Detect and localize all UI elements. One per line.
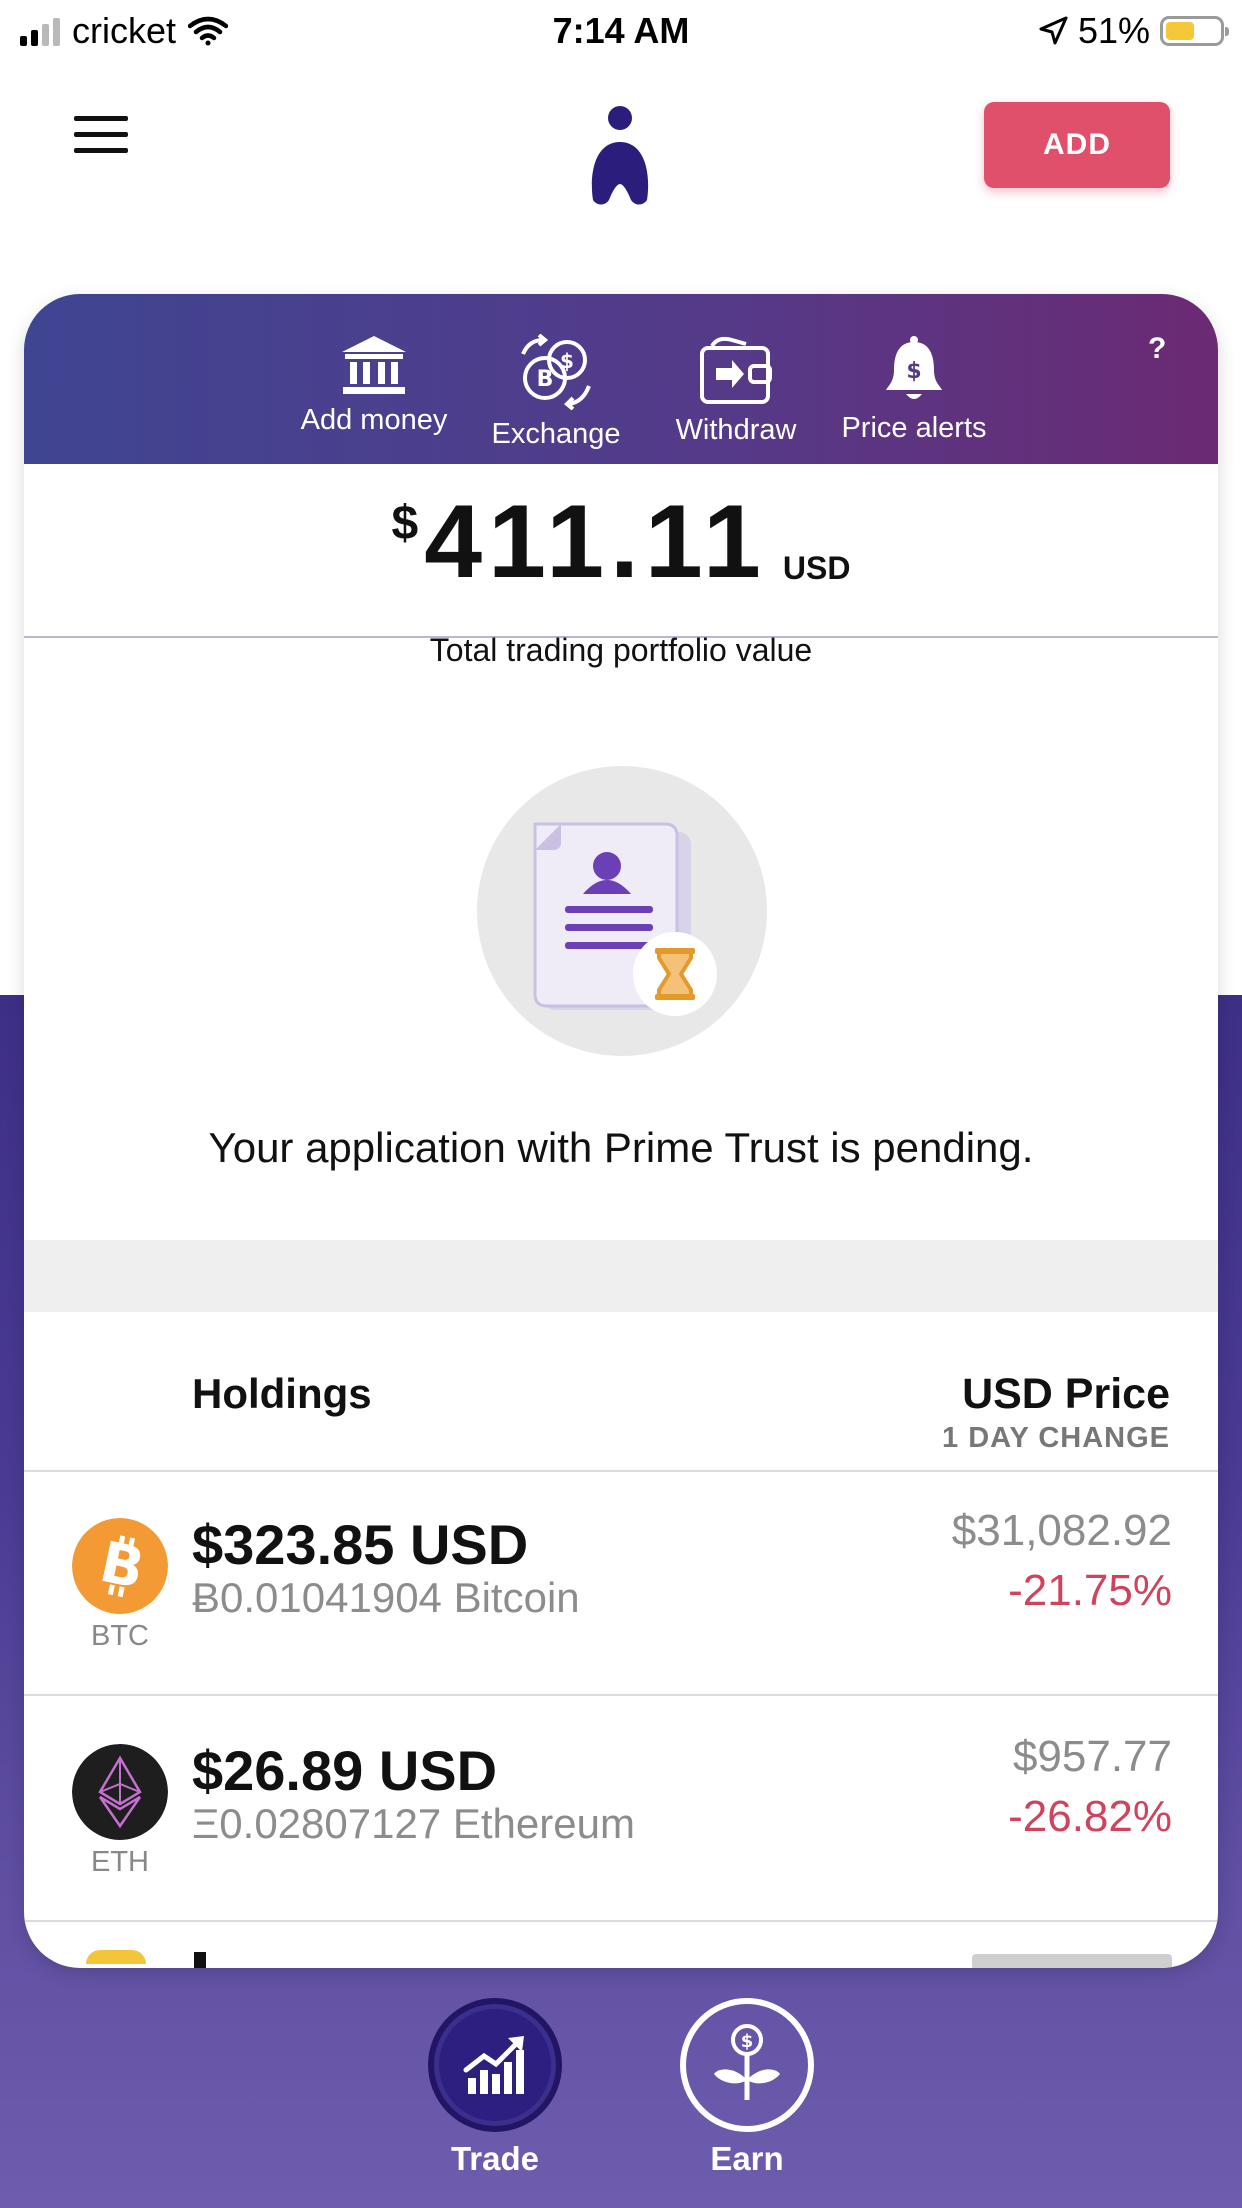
- section-divider: [24, 1240, 1218, 1312]
- main-card: Add money B $ Exchange Withdraw $ Price …: [24, 294, 1218, 1968]
- exchange-coins-icon: B $: [521, 334, 591, 410]
- portfolio-currency-symbol: $: [391, 497, 419, 550]
- quick-actions-bar: Add money B $ Exchange Withdraw $ Price …: [24, 294, 1218, 464]
- holdings-header: Holdings USD Price 1 DAY CHANGE: [24, 1312, 1218, 1472]
- portfolio-unit: USD: [782, 550, 851, 586]
- svg-text:$: $: [906, 359, 921, 384]
- price-column-title: USD Price: [962, 1370, 1170, 1418]
- coin-symbol: BTC: [91, 1620, 149, 1652]
- action-label: Add money: [300, 404, 448, 436]
- pending-message: Your application with Prime Trust is pen…: [208, 1124, 1034, 1171]
- holding-row-partial[interactable]: [24, 1922, 1218, 1968]
- wallet-withdraw-icon: [700, 336, 772, 404]
- earn-nav-label: Earn: [710, 2140, 784, 2177]
- action-label: Price alerts: [841, 412, 987, 444]
- portfolio-summary: $ 411.11 USD: [24, 464, 1218, 638]
- trade-nav-button[interactable]: [428, 1998, 562, 2132]
- bitcoin-icon: B: [72, 1518, 168, 1614]
- document-pending-icon: [477, 766, 767, 1056]
- pending-notice: Your application with Prime Trust is pen…: [24, 706, 1218, 1240]
- battery-percent: 51%: [1077, 10, 1150, 51]
- earn-nav-button[interactable]: $: [680, 1998, 814, 2132]
- coin-day-change: -26.82%: [1008, 1792, 1172, 1841]
- price-alerts-button[interactable]: $ Price alerts: [804, 334, 1024, 445]
- coin-price: $31,082.92: [951, 1506, 1172, 1555]
- add-button[interactable]: ADD: [984, 102, 1170, 188]
- price-column-subtitle: 1 DAY CHANGE: [942, 1422, 1170, 1454]
- hamburger-menu-icon[interactable]: [74, 116, 128, 156]
- location-icon: [1039, 16, 1068, 45]
- holdings-title: Holdings: [192, 1370, 372, 1417]
- portfolio-value: 411.11: [424, 484, 767, 600]
- svg-text:$: $: [560, 349, 574, 373]
- coin-day-change: -21.75%: [1008, 1566, 1172, 1615]
- help-icon[interactable]: ?: [1148, 332, 1166, 366]
- status-bar: cricket 7:14 AM 51%: [0, 0, 1242, 62]
- exchange-button[interactable]: B $ Exchange: [456, 334, 656, 451]
- svg-text:$: $: [741, 2031, 754, 2052]
- holding-amount: Ƀ0.01041904 Bitcoin: [192, 1574, 580, 1621]
- holding-usd-value: $26.89 USD: [192, 1739, 498, 1802]
- bell-dollar-icon: $: [886, 336, 942, 399]
- holding-row-btc[interactable]: B BTC $323.85 USD Ƀ0.01041904 Bitcoin $3…: [24, 1470, 1218, 1696]
- portfolio-caption: Total trading portfolio value: [429, 632, 813, 668]
- holding-row-eth[interactable]: ETH $26.89 USD Ξ0.02807127 Ethereum $957…: [24, 1696, 1218, 1922]
- coin-symbol: ETH: [91, 1846, 149, 1878]
- holding-usd-value: $323.85 USD: [192, 1513, 529, 1576]
- app-logo: [591, 106, 649, 205]
- action-label: Exchange: [491, 418, 621, 450]
- ethereum-icon: [72, 1744, 168, 1840]
- battery-icon: [1160, 16, 1229, 46]
- plant-money-icon: $: [714, 2024, 780, 2100]
- coin-price: $957.77: [1012, 1732, 1172, 1781]
- add-money-button[interactable]: Add money: [264, 334, 484, 437]
- trade-nav-label: Trade: [450, 2140, 540, 2177]
- holding-amount: Ξ0.02807127 Ethereum: [192, 1800, 635, 1847]
- bank-icon: [342, 336, 406, 394]
- trade-chart-icon: [463, 2036, 524, 2094]
